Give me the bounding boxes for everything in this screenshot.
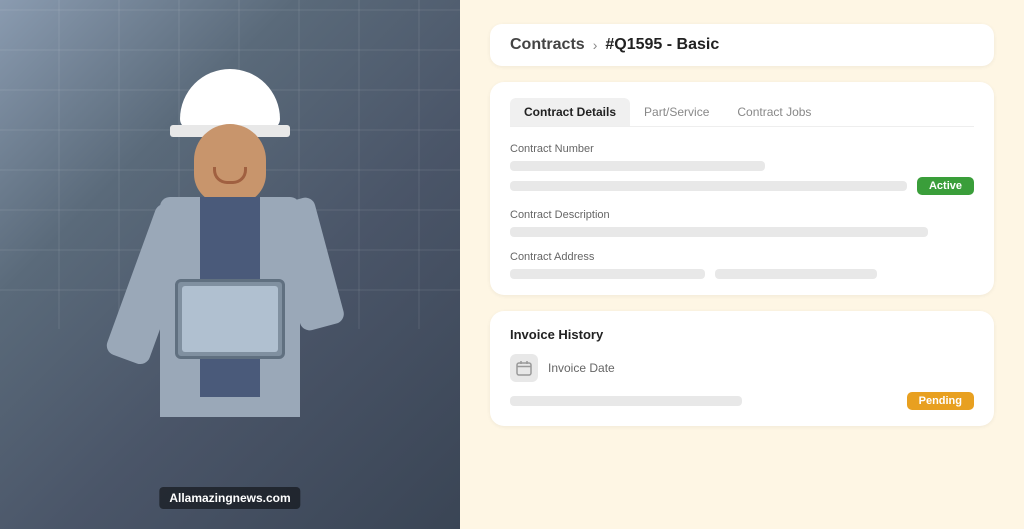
tabs-bar: Contract Details Part/Service Contract J… (510, 98, 974, 127)
skeleton-invoice-1 (510, 396, 742, 406)
contract-address-label: Contract Address (510, 251, 974, 263)
skeleton-description (510, 227, 928, 237)
invoice-date-label: Invoice Date (548, 361, 615, 375)
breadcrumb-contracts[interactable]: Contracts (510, 36, 585, 54)
invoice-history-title: Invoice History (510, 327, 974, 342)
status-badge-pending: Pending (907, 392, 974, 410)
invoice-date-row: Invoice Date (510, 354, 974, 382)
contract-description-label: Contract Description (510, 209, 974, 221)
skeleton-contract-number-1 (510, 161, 765, 171)
tab-contract-details[interactable]: Contract Details (510, 98, 630, 126)
status-badge-active: Active (917, 177, 974, 195)
helmet (180, 69, 280, 129)
contract-description-field: Contract Description (510, 209, 974, 237)
watermark: Allamazingnews.com (159, 487, 300, 509)
calendar-icon (510, 354, 538, 382)
tab-part-service[interactable]: Part/Service (630, 98, 723, 126)
face (194, 124, 266, 204)
breadcrumb-chevron-icon: › (593, 37, 598, 53)
invoice-status-row: Pending (510, 392, 974, 410)
invoice-history-card: Invoice History Invoice Date Pending (490, 311, 994, 426)
breadcrumb-current: #Q1595 - Basic (605, 36, 719, 54)
skeleton-contract-number-2 (510, 181, 907, 191)
contract-address-field: Contract Address (510, 251, 974, 279)
photo-panel: Allamazingnews.com (0, 0, 460, 529)
tab-contract-jobs[interactable]: Contract Jobs (723, 98, 825, 126)
contract-number-label: Contract Number (510, 143, 974, 155)
right-panel: Contracts › #Q1595 - Basic Contract Deta… (460, 0, 1024, 529)
tablet (175, 279, 285, 359)
skeleton-address-1 (510, 269, 705, 279)
contract-details-card: Contract Details Part/Service Contract J… (490, 82, 994, 295)
breadcrumb: Contracts › #Q1595 - Basic (490, 24, 994, 66)
worker-figure (90, 49, 370, 529)
skeleton-address-2 (715, 269, 877, 279)
contract-number-field: Contract Number Active (510, 143, 974, 195)
